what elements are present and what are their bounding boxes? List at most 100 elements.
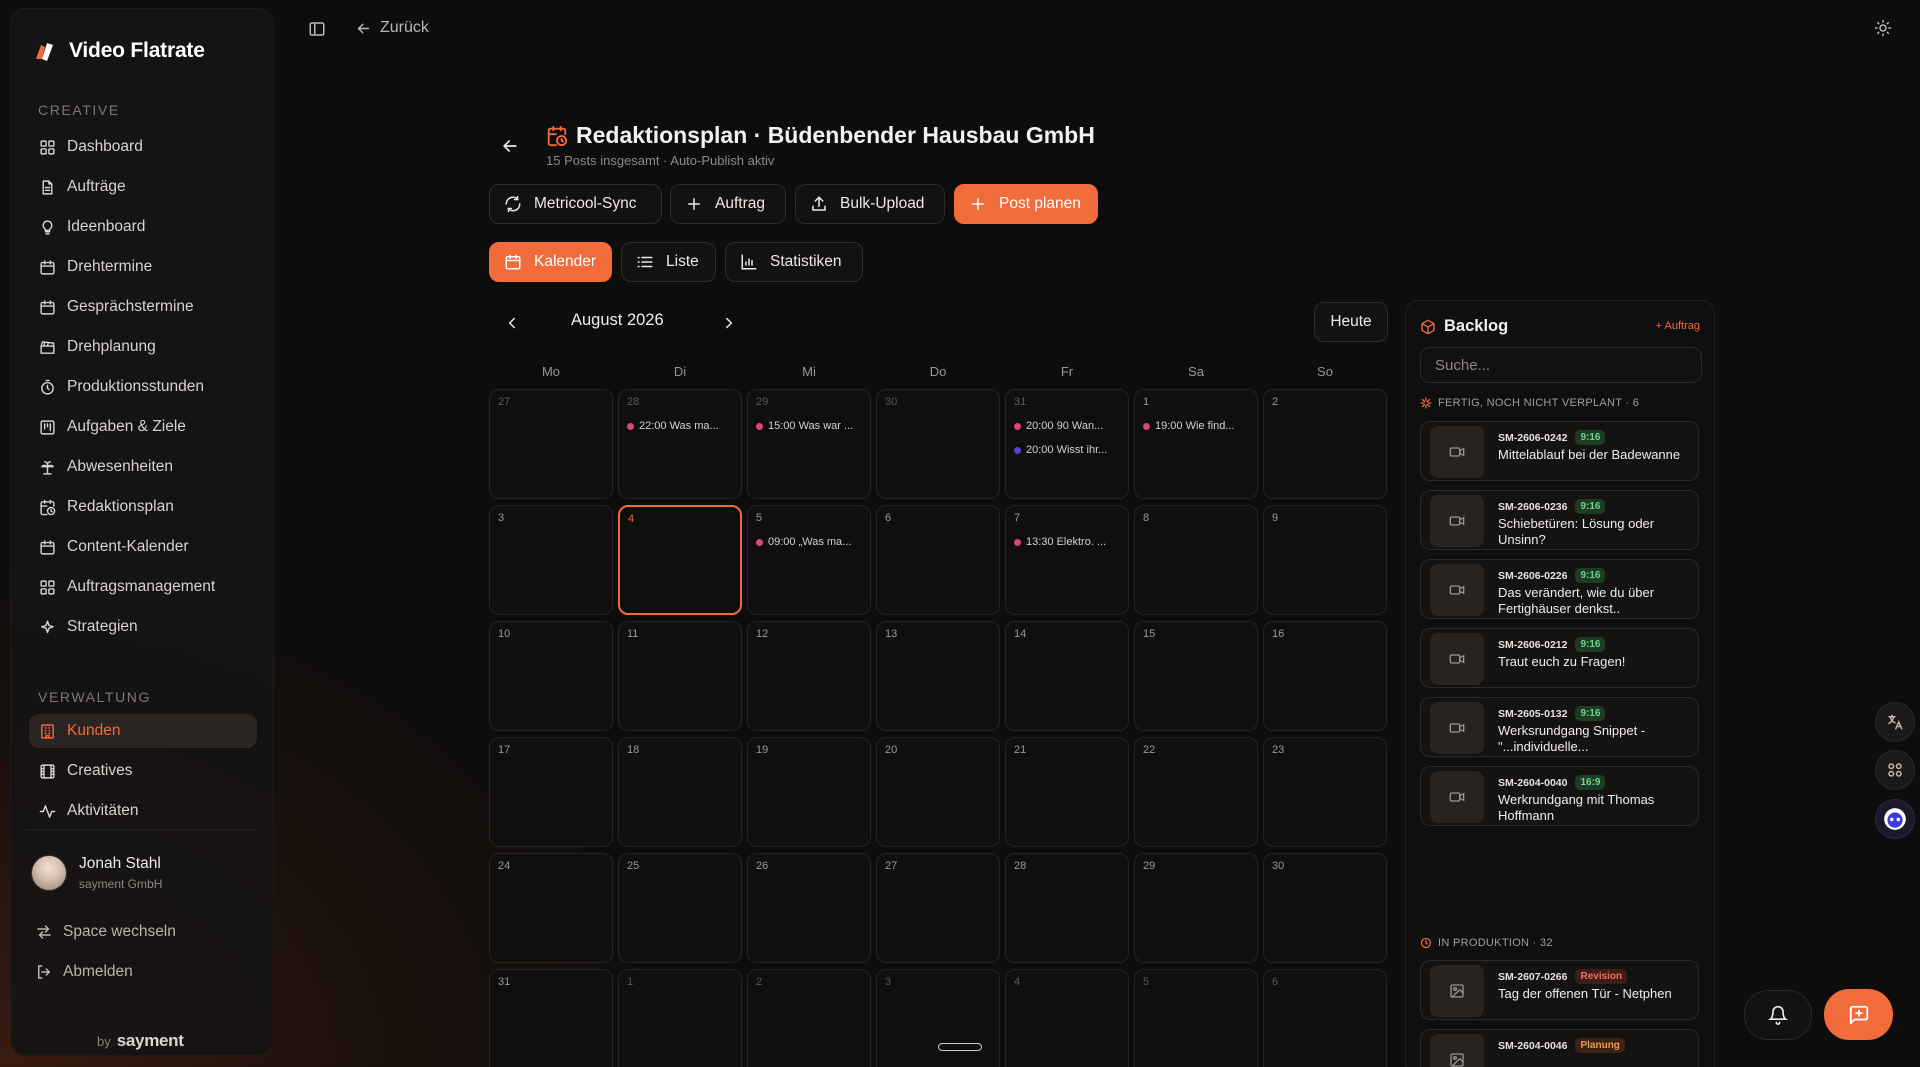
calendar-day[interactable]: 9 bbox=[1263, 505, 1387, 615]
scroll-indicator[interactable] bbox=[938, 1043, 982, 1051]
calendar-day[interactable]: 25 bbox=[618, 853, 742, 963]
calendar-event[interactable]: 19:00 Wie find... bbox=[1143, 420, 1249, 432]
sidebar-item-dashboard[interactable]: Dashboard bbox=[29, 130, 257, 164]
sidebar-item-aufträge[interactable]: Aufträge bbox=[29, 170, 257, 204]
calendar-day[interactable]: 13 bbox=[876, 621, 1000, 731]
next-month-button[interactable] bbox=[720, 314, 738, 332]
user-profile[interactable]: Jonah Stahl sayment GmbH bbox=[31, 855, 162, 891]
calendar-day[interactable]: 23 bbox=[1263, 737, 1387, 847]
calendar-day[interactable]: 12 bbox=[747, 621, 871, 731]
calendar-day[interactable]: 27 bbox=[489, 389, 613, 499]
sidebar-item-aufgaben-ziele[interactable]: Aufgaben & Ziele bbox=[29, 410, 257, 444]
logout-button[interactable]: Abmelden bbox=[35, 963, 133, 981]
calendar-day[interactable]: 15 bbox=[1134, 621, 1258, 731]
assistant-button[interactable] bbox=[1875, 799, 1915, 839]
calendar-day[interactable]: 6 bbox=[1263, 969, 1387, 1067]
calendar-day[interactable]: 30 bbox=[876, 389, 1000, 499]
backlog-add-order-link[interactable]: + Auftrag bbox=[1656, 320, 1700, 332]
today-button[interactable]: Heute bbox=[1314, 302, 1388, 342]
calendar-day[interactable]: 31 20:00 90 Wan... 20:00 Wisst ihr... bbox=[1005, 389, 1129, 499]
calendar-day[interactable]: 30 bbox=[1263, 853, 1387, 963]
sidebar-item-auftragsmanagement[interactable]: Auftragsmanagement bbox=[29, 570, 257, 604]
sidebar-item-content-kalender[interactable]: Content-Kalender bbox=[29, 530, 257, 564]
tab-list[interactable]: Liste bbox=[621, 242, 716, 282]
sidebar-item-gesprächstermine[interactable]: Gesprächstermine bbox=[29, 290, 257, 324]
calendar-day[interactable]: 5 bbox=[1134, 969, 1258, 1067]
tab-statistics[interactable]: Statistiken bbox=[725, 242, 863, 282]
apps-button[interactable] bbox=[1875, 750, 1915, 790]
backlog-card[interactable]: SM-2604-0046 Planung bbox=[1420, 1029, 1699, 1067]
calendar-day[interactable]: 18 bbox=[618, 737, 742, 847]
sidebar-item-creatives[interactable]: Creatives bbox=[29, 754, 257, 788]
calendar-day[interactable]: 4 bbox=[1005, 969, 1129, 1067]
backlog-card[interactable]: SM-2606-0212 9:16 Traut euch zu Fragen! bbox=[1420, 628, 1699, 688]
tab-calendar[interactable]: Kalender bbox=[489, 242, 612, 282]
sidebar-item-produktionsstunden[interactable]: Produktionsstunden bbox=[29, 370, 257, 404]
calendar-day[interactable]: 21 bbox=[1005, 737, 1129, 847]
calendar-day[interactable]: 16 bbox=[1263, 621, 1387, 731]
calendar-day[interactable]: 19 bbox=[747, 737, 871, 847]
calendar-day[interactable]: 22 bbox=[1134, 737, 1258, 847]
theme-toggle-button[interactable] bbox=[1874, 19, 1892, 37]
calendar-day[interactable]: 14 bbox=[1005, 621, 1129, 731]
back-button[interactable]: Zurück bbox=[355, 19, 429, 37]
calendar-day[interactable]: 28 22:00 Was ma... bbox=[618, 389, 742, 499]
calendar-day[interactable]: 1 19:00 Wie find... bbox=[1134, 389, 1258, 499]
backlog-card[interactable]: SM-2607-0266 Revision Tag der offenen Tür … bbox=[1420, 960, 1699, 1020]
add-order-button[interactable]: Auftrag bbox=[670, 184, 786, 224]
calendar-day[interactable]: 8 bbox=[1134, 505, 1258, 615]
sidebar-item-redaktionsplan[interactable]: Redaktionsplan bbox=[29, 490, 257, 524]
calendar-event[interactable]: 09:00 „Was ma... bbox=[756, 536, 862, 548]
sidebar-toggle-button[interactable] bbox=[308, 20, 326, 38]
calendar-event[interactable]: 22:00 Was ma... bbox=[627, 420, 733, 432]
card-id: SM-2604-0046 bbox=[1498, 1039, 1568, 1052]
prev-month-button[interactable] bbox=[503, 314, 521, 332]
calendar-event[interactable]: 15:00 Was war ... bbox=[756, 420, 862, 432]
calendar-day[interactable]: 3 bbox=[876, 969, 1000, 1067]
calendar-day[interactable]: 17 bbox=[489, 737, 613, 847]
calendar-event[interactable]: 20:00 Wisst ihr... bbox=[1014, 444, 1120, 456]
calendar-day[interactable]: 29 15:00 Was war ... bbox=[747, 389, 871, 499]
sidebar-item-kunden[interactable]: Kunden bbox=[29, 714, 257, 748]
calendar-day[interactable]: 5 09:00 „Was ma... bbox=[747, 505, 871, 615]
sidebar-item-abwesenheiten[interactable]: Abwesenheiten bbox=[29, 450, 257, 484]
backlog-card[interactable]: SM-2606-0226 9:16 Das verändert, wie du üb… bbox=[1420, 559, 1699, 619]
calendar-day[interactable]: 2 bbox=[747, 969, 871, 1067]
calendar-day[interactable]: 29 bbox=[1134, 853, 1258, 963]
calendar-day[interactable]: 1 bbox=[618, 969, 742, 1067]
calendar-day[interactable]: 24 bbox=[489, 853, 613, 963]
sidebar-item-label: Aktivitäten bbox=[67, 802, 139, 819]
calendar-day[interactable]: 20 bbox=[876, 737, 1000, 847]
sidebar-item-ideenboard[interactable]: Ideenboard bbox=[29, 210, 257, 244]
calendar-day-selected[interactable]: 4 bbox=[618, 505, 742, 615]
calendar-day[interactable]: 27 bbox=[876, 853, 1000, 963]
bulk-upload-button[interactable]: Bulk-Upload bbox=[795, 184, 945, 224]
sidebar-item-drehplanung[interactable]: Drehplanung bbox=[29, 330, 257, 364]
metricool-sync-button[interactable]: Metricool-Sync bbox=[489, 184, 662, 224]
calendar-day[interactable]: 7 13:30 Elektro. ... bbox=[1005, 505, 1129, 615]
calendar-event[interactable]: 13:30 Elektro. ... bbox=[1014, 536, 1120, 548]
calendar-day[interactable]: 2 bbox=[1263, 389, 1387, 499]
switch-space-button[interactable]: Space wechseln bbox=[35, 923, 176, 941]
calendar-day[interactable]: 31 bbox=[489, 969, 613, 1067]
calendar-day[interactable]: 3 bbox=[489, 505, 613, 615]
backlog-card[interactable]: SM-2606-0242 9:16 Mittelablauf bei der Bad… bbox=[1420, 421, 1699, 481]
backlog-card[interactable]: SM-2605-0132 9:16 Werksrundgang Snippet - … bbox=[1420, 697, 1699, 757]
calendar-day[interactable]: 26 bbox=[747, 853, 871, 963]
backlog-card[interactable]: SM-2604-0040 16:9 Werkrundgang mit Thomas … bbox=[1420, 766, 1699, 826]
notifications-button[interactable] bbox=[1744, 990, 1812, 1040]
calendar-day[interactable]: 28 bbox=[1005, 853, 1129, 963]
backlog-search-input[interactable] bbox=[1420, 347, 1702, 383]
calendar-event[interactable]: 20:00 90 Wan... bbox=[1014, 420, 1120, 432]
backlog-card[interactable]: SM-2606-0236 9:16 Schiebetüren: Lösung ode… bbox=[1420, 490, 1699, 550]
calendar-day[interactable]: 11 bbox=[618, 621, 742, 731]
translate-button[interactable] bbox=[1875, 702, 1915, 742]
calendar-day[interactable]: 10 bbox=[489, 621, 613, 731]
feedback-button[interactable] bbox=[1824, 989, 1893, 1040]
calendar-day[interactable]: 6 bbox=[876, 505, 1000, 615]
sidebar-item-strategien[interactable]: Strategien bbox=[29, 610, 257, 644]
sidebar-item-aktivitäten[interactable]: Aktivitäten bbox=[29, 794, 257, 828]
sidebar-item-drehtermine[interactable]: Drehtermine bbox=[29, 250, 257, 284]
brand[interactable]: Video Flatrate bbox=[33, 39, 205, 63]
plan-post-button[interactable]: Post planen bbox=[954, 184, 1098, 224]
